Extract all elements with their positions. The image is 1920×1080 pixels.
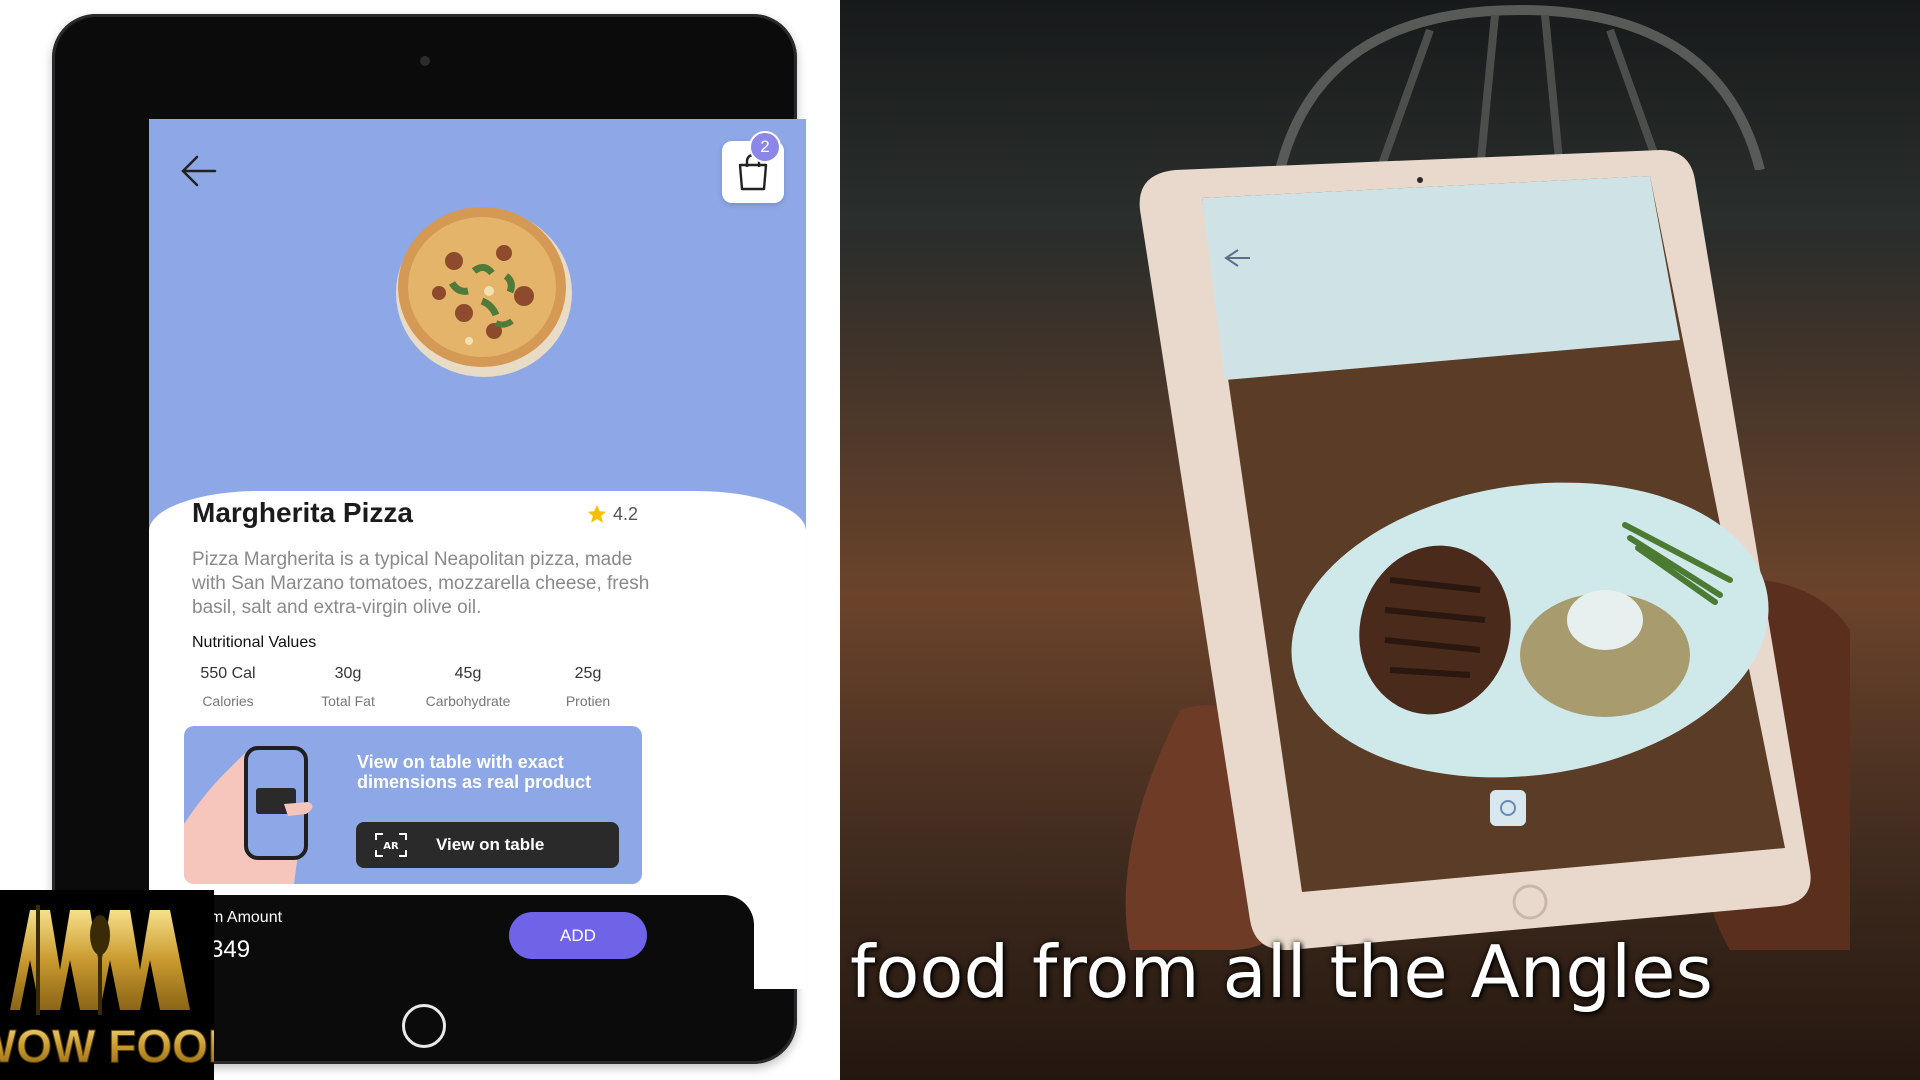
app-mockup-panel: 2 Margherita Pizza 4.2 Pizza Margherita … [0, 0, 840, 1080]
svg-text:AR: AR [383, 841, 399, 852]
star-icon [587, 504, 607, 523]
pizza-image [396, 207, 572, 377]
nutrition-item: 45g Carbohydrate [408, 665, 528, 709]
nutrition-label: Protien [565, 693, 611, 709]
product-description: Pizza Margherita is a typical Neapolitan… [192, 549, 650, 618]
arrow-left-icon[interactable] [179, 151, 219, 191]
product-title: Margherita Pizza [192, 497, 413, 528]
amount-value: 349 [210, 936, 251, 963]
nutrition-item: 25g Protien [528, 665, 648, 709]
view-on-table-label: View on table [436, 835, 545, 854]
nutrition-value: 30g [334, 665, 362, 682]
nutrition-row: 550 Cal Calories 30g Total Fat 45g Carbo… [168, 665, 648, 709]
add-button[interactable]: ADD [509, 912, 647, 959]
home-button[interactable] [402, 1004, 446, 1048]
camera-dot [420, 56, 430, 66]
nutrition-heading: Nutritional Values [192, 634, 317, 651]
nutrition-item: 550 Cal Calories [168, 665, 288, 709]
nutrition-value: 25g [574, 665, 602, 682]
svg-text:WOW FOOD: WOW FOOD [0, 1020, 214, 1072]
video-frame-panel: food from all the Angles [840, 0, 1920, 1080]
video-subtitle: food from all the Angles [850, 930, 1713, 1014]
nutrition-label: Carbohydrate [425, 693, 511, 709]
wow-food-logo: WOW FOOD [0, 890, 214, 1080]
nutrition-item: 30g Total Fat [288, 665, 408, 709]
chair-background [1275, 4, 1765, 170]
nutrition-value: 45g [454, 665, 482, 682]
amount-label: m Amount [210, 909, 283, 926]
ipad-ar-scene [1125, 150, 1850, 950]
nutrition-value: 550 Cal [200, 665, 256, 682]
rating-value: 4.2 [613, 503, 639, 524]
view-on-table-button[interactable]: AR View on table [356, 822, 619, 868]
phone-in-hand-icon [184, 746, 313, 884]
ar-view-card: View on table with exact dimensions as r… [184, 726, 642, 884]
nutrition-label: Calories [202, 693, 254, 709]
rating: 4.2 [586, 503, 638, 525]
cart-count-badge: 2 [749, 131, 781, 163]
ar-scan-icon: AR [375, 833, 407, 857]
nutrition-label: Total Fat [321, 693, 375, 709]
ar-card-text: View on table with exact dimensions as r… [357, 752, 592, 792]
